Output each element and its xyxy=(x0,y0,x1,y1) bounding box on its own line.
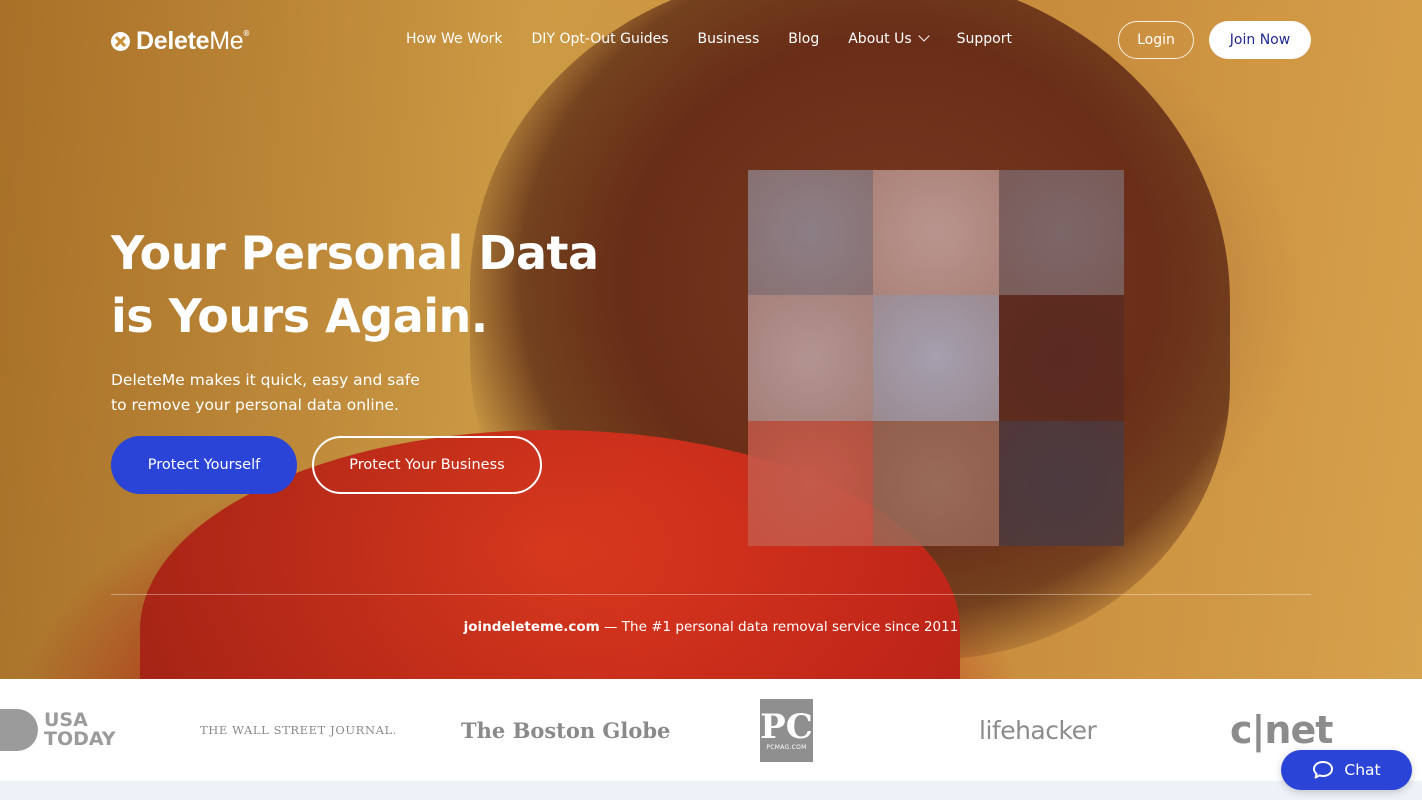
logo-text-bold: Delete xyxy=(136,27,210,55)
pixel-tile xyxy=(748,170,874,296)
chat-label: Chat xyxy=(1344,761,1381,779)
pixel-tile xyxy=(873,170,999,296)
press-logos-strip: USA TODAY THE WALL STREET JOURNAL. The Bo… xyxy=(0,679,1422,781)
next-section-edge xyxy=(0,781,1422,800)
hero-section: DeleteMe® How We Work DIY Opt-Out Guides… xyxy=(0,0,1422,679)
login-button[interactable]: Login xyxy=(1118,21,1194,59)
nav-diy-opt-out-guides[interactable]: DIY Opt-Out Guides xyxy=(532,31,669,47)
nav-blog[interactable]: Blog xyxy=(788,31,819,47)
hero-headline: Your Personal Data is Yours Again. xyxy=(111,222,671,348)
trademark: ® xyxy=(243,29,249,38)
pixel-tile xyxy=(873,295,999,421)
usa-today-logo: USA TODAY xyxy=(0,679,116,781)
boston-globe-logo: The Boston Globe xyxy=(461,717,671,743)
chat-button[interactable]: Chat xyxy=(1281,750,1412,790)
pixel-tile xyxy=(873,420,999,546)
headline-line-2: is Yours Again. xyxy=(111,289,488,343)
wall-street-journal-logo: THE WALL STREET JOURNAL. xyxy=(200,723,398,737)
logo-text-light: Me xyxy=(209,27,244,55)
lifehacker-logo: lifehacker xyxy=(979,715,1097,745)
chat-bubble-icon xyxy=(1313,761,1334,779)
nav-business[interactable]: Business xyxy=(698,31,760,47)
protect-your-business-button[interactable]: Protect Your Business xyxy=(312,436,542,494)
pixel-tile xyxy=(998,170,1124,296)
chevron-down-icon xyxy=(917,30,930,42)
tagline-domain: joindeleteme.com xyxy=(463,619,600,635)
deleteme-logo[interactable]: DeleteMe® xyxy=(111,27,249,56)
headline-line-1: Your Personal Data xyxy=(111,226,599,280)
subtext-line-2: to remove your personal data online. xyxy=(111,396,399,414)
main-menu: How We Work DIY Opt-Out Guides Business … xyxy=(406,30,1012,47)
pixel-tile xyxy=(748,420,874,546)
pcmag-big: PC xyxy=(760,706,813,747)
subtext-line-1: DeleteMe makes it quick, easy and safe xyxy=(111,371,420,389)
pixelated-face xyxy=(748,170,1124,546)
nav-about-us-label: About Us xyxy=(848,31,912,47)
nav-about-us[interactable]: About Us xyxy=(848,30,930,47)
tagline-text: — The #1 personal data removal service s… xyxy=(599,619,959,635)
x-circle-icon xyxy=(111,32,130,51)
pixel-tile xyxy=(998,420,1124,546)
nav-how-we-work[interactable]: How We Work xyxy=(406,31,503,47)
pcmag-small: PCMAG.COM xyxy=(766,743,807,751)
hero-tagline: joindeleteme.com — The #1 personal data … xyxy=(0,619,1422,635)
pixel-tile xyxy=(748,295,874,421)
pcmag-logo: PC PCMAG.COM xyxy=(760,679,813,781)
pixel-tile xyxy=(998,295,1124,421)
nav-support[interactable]: Support xyxy=(957,31,1012,47)
hero-subtext: DeleteMe makes it quick, easy and safe t… xyxy=(111,368,471,418)
hero-divider xyxy=(111,594,1311,595)
join-now-button[interactable]: Join Now xyxy=(1209,21,1311,59)
protect-yourself-button[interactable]: Protect Yourself xyxy=(111,436,297,494)
usa-today-line-2: TODAY xyxy=(44,728,116,750)
top-nav: DeleteMe® How We Work DIY Opt-Out Guides… xyxy=(0,0,1422,80)
